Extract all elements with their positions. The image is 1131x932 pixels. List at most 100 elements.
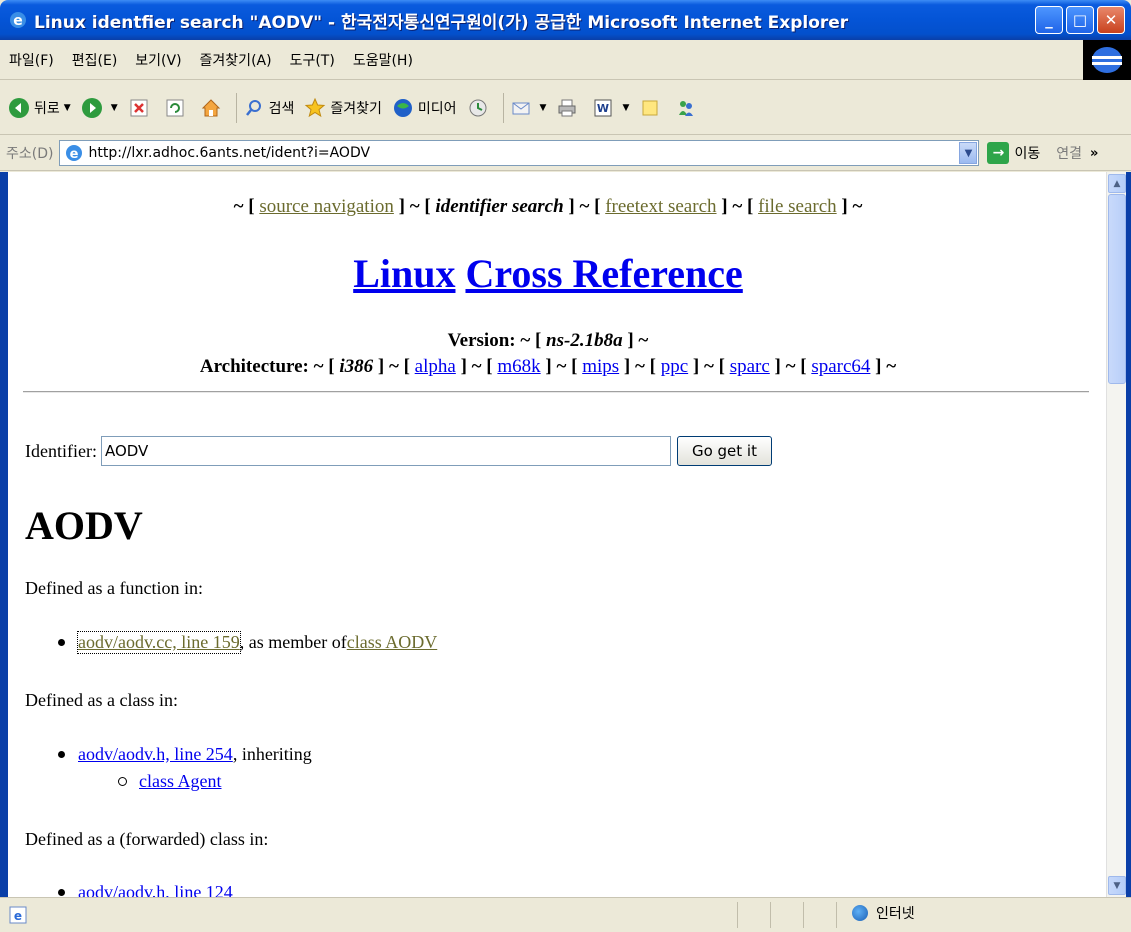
address-dropdown-icon[interactable]: ▼ (959, 142, 978, 164)
star-icon (304, 97, 326, 119)
identifier-input[interactable]: AODV (100, 436, 671, 466)
title-bar[interactable]: e Linux identfier search "AODV" - 한국전자통신… (0, 0, 1131, 40)
minimize-icon: _ (1045, 11, 1053, 29)
class-aodv-link[interactable]: class AODV (347, 632, 438, 653)
menu-favorites[interactable]: 즐겨찾기(A) (191, 50, 281, 70)
print-button[interactable] (556, 97, 582, 119)
forwarded-location-link[interactable]: aodv/aodv.h, line 124 (78, 882, 233, 897)
globe-icon (852, 905, 868, 921)
go-button[interactable]: → 이동 (987, 142, 1040, 164)
svg-text:e: e (14, 909, 22, 923)
menu-tools[interactable]: 도구(T) (281, 50, 344, 70)
bullet-icon (58, 751, 65, 758)
close-icon: ✕ (1104, 11, 1118, 29)
print-icon (556, 97, 578, 119)
stop-button[interactable] (128, 97, 154, 119)
svg-text:W: W (597, 102, 609, 115)
scroll-thumb[interactable] (1108, 194, 1126, 384)
refresh-button[interactable] (164, 97, 190, 119)
version-value: ns-2.1b8a (546, 330, 623, 351)
scroll-up-icon[interactable]: ▲ (1108, 174, 1126, 193)
top-navigation: ~ [ source navigation ] ~ [ identifier s… (8, 196, 1088, 218)
sub-list-item: class Agent (118, 771, 222, 792)
edit-word-button[interactable]: W ▼ (592, 97, 629, 119)
history-button[interactable] (467, 97, 493, 119)
scroll-down-icon[interactable]: ▼ (1108, 876, 1126, 895)
arch-sep: ] ~ [ (769, 356, 812, 377)
page-icon: e (66, 145, 83, 162)
result-heading: AODV (25, 503, 143, 548)
class-location-link[interactable]: aodv/aodv.h, line 254 (78, 744, 233, 765)
svg-text:e: e (13, 13, 23, 29)
menu-file[interactable]: 파일(F) (0, 50, 63, 70)
go-label: 이동 (1014, 146, 1041, 162)
toolbar-separator-2 (502, 92, 504, 123)
home-icon (200, 97, 222, 119)
maximize-button[interactable]: □ (1066, 6, 1094, 34)
internet-explorer-icon: e (10, 12, 26, 29)
bullet-icon (58, 889, 65, 896)
arch-sep: ] ~ [ (688, 356, 730, 377)
back-dropdown-icon[interactable]: ▼ (64, 103, 71, 113)
identifier-form: Identifier: AODV Go get it (25, 436, 772, 466)
mail-dropdown-icon[interactable]: ▼ (540, 103, 547, 113)
back-arrow-icon (8, 97, 30, 119)
title-cross-reference-link[interactable]: Cross Reference (465, 251, 742, 296)
close-button[interactable]: ✕ (1097, 6, 1125, 34)
source-navigation-link[interactable]: source navigation (259, 196, 394, 217)
menu-bar: 파일(F) 편집(E) 보기(V) 즐겨찾기(A) 도구(T) 도움말(H) (0, 40, 1131, 80)
freetext-search-link[interactable]: freetext search (605, 196, 716, 217)
circle-bullet-icon (118, 777, 127, 786)
vertical-scrollbar[interactable]: ▲ ▼ (1106, 172, 1126, 897)
links-chevron-icon[interactable]: » (1090, 146, 1098, 161)
mail-button[interactable]: ▼ (510, 97, 547, 119)
stop-icon (128, 97, 150, 119)
arch-sep: ] ~ [ (619, 356, 661, 377)
address-input[interactable]: e http://lxr.adhoc.6ants.net/ident?i=AOD… (59, 140, 980, 166)
windows-throbber-icon (1083, 40, 1131, 80)
links-label[interactable]: 연결 (1056, 143, 1082, 163)
media-label: 미디어 (417, 100, 457, 117)
arch-mips-link[interactable]: mips (582, 356, 619, 377)
toolbar: 뒤로 ▼ ▼ 검색 즐겨찾기 미디어 ▼ W ▼ (0, 81, 1131, 135)
forward-button[interactable]: ▼ (81, 97, 118, 119)
defined-forwarded-text: Defined as a (forwarded) class in: (25, 829, 269, 849)
go-get-it-button[interactable]: Go get it (676, 436, 772, 466)
status-bar: e 인터넷 (0, 897, 1131, 932)
file-search-link[interactable]: file search (758, 196, 837, 217)
favorites-button[interactable]: 즐겨찾기 (304, 97, 382, 119)
arch-sparc64-link[interactable]: sparc64 (811, 356, 870, 377)
defined-class-text: Defined as a class in: (25, 690, 178, 710)
forward-dropdown-icon[interactable]: ▼ (111, 103, 118, 113)
messenger-button[interactable] (675, 97, 701, 119)
version-label: Version: ~ [ (447, 330, 547, 351)
arch-current: i386 (339, 356, 374, 377)
word-icon: W (592, 97, 614, 119)
class-agent-link[interactable]: class Agent (139, 771, 222, 792)
list-item: aodv/aodv.cc, line 159, as member of cla… (58, 631, 438, 654)
arch-ppc-link[interactable]: ppc (661, 356, 688, 377)
menu-view[interactable]: 보기(V) (126, 50, 190, 70)
menu-help[interactable]: 도움말(H) (344, 50, 422, 70)
function-location-link[interactable]: aodv/aodv.cc, line 159 (77, 631, 241, 654)
arch-m68k-link[interactable]: m68k (497, 356, 540, 377)
arch-sep: ] ~ [ (455, 356, 498, 377)
status-divider (770, 902, 771, 928)
page-status-icon: e (9, 906, 27, 924)
note-icon (639, 97, 661, 119)
edit-dropdown-icon[interactable]: ▼ (622, 103, 629, 113)
title-linux-link[interactable]: Linux (353, 251, 455, 296)
search-button[interactable]: 검색 (243, 97, 294, 119)
list-item: aodv/aodv.h, line 254, inheriting (58, 744, 312, 765)
back-button[interactable]: 뒤로 ▼ (8, 97, 71, 119)
nav-suffix: ] ~ (836, 196, 863, 217)
menu-edit[interactable]: 편집(E) (63, 50, 127, 70)
home-button[interactable] (200, 97, 226, 119)
discuss-button[interactable] (639, 97, 665, 119)
nav-sep: ] ~ [ (716, 196, 759, 217)
minimize-button[interactable]: _ (1035, 6, 1063, 34)
address-url[interactable]: http://lxr.adhoc.6ants.net/ident?i=AODV (88, 145, 959, 161)
arch-alpha-link[interactable]: alpha (415, 356, 456, 377)
media-button[interactable]: 미디어 (392, 97, 457, 119)
arch-sparc-link[interactable]: sparc (730, 356, 770, 377)
